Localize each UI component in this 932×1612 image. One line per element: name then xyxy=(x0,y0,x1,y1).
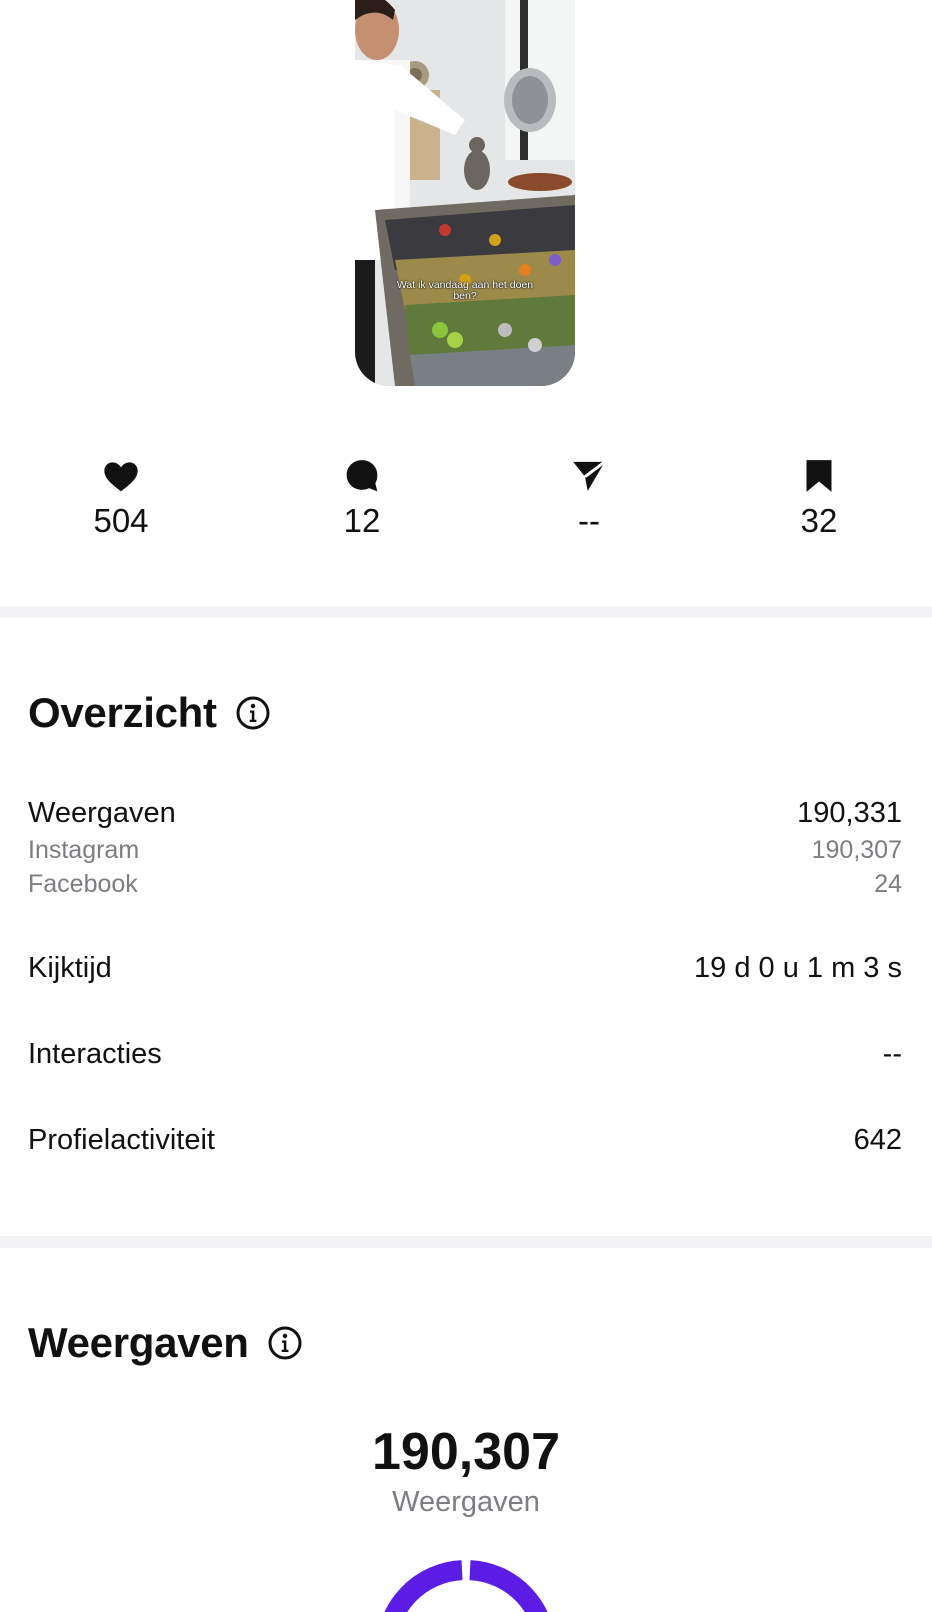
profile-activity-value: 642 xyxy=(853,1124,902,1156)
views-section-title: Weergaven xyxy=(28,1319,249,1366)
info-icon[interactable] xyxy=(267,1325,303,1361)
overview-section-header: Overzicht xyxy=(28,688,271,738)
reel-caption: Wat ik vandaag aan het doen ben? xyxy=(396,279,534,302)
facebook-value: 24 xyxy=(874,870,902,898)
saves-count: 32 xyxy=(800,502,838,539)
comment-icon xyxy=(346,460,378,492)
comments-stat: 12 xyxy=(302,456,422,541)
shares-stat: -- xyxy=(529,456,649,541)
facebook-label: Facebook xyxy=(28,870,138,898)
instagram-views-row: Instagram 190,307 xyxy=(28,834,902,866)
comments-count: 12 xyxy=(343,502,381,539)
saves-stat: 32 xyxy=(759,456,879,541)
profile-activity-label: Profielactiviteit xyxy=(28,1124,215,1156)
views-section-header: Weergaven xyxy=(28,1318,303,1368)
views-total-label: Weergaven xyxy=(392,1486,540,1518)
donut-segment-left xyxy=(384,1560,463,1612)
likes-stat: 504 xyxy=(61,456,181,541)
watch-time-value: 19 d 0 u 1 m 3 s xyxy=(694,952,902,984)
interactions-row[interactable]: Interacties -- xyxy=(28,1036,902,1072)
shares-count: -- xyxy=(578,502,600,539)
views-total: 190,307 xyxy=(372,1423,560,1481)
views-row: Weergaven 190,331 xyxy=(28,795,902,831)
interactions-label: Interacties xyxy=(28,1038,162,1070)
reel-thumbnail-image xyxy=(355,0,575,386)
donut-segment-right xyxy=(469,1560,548,1612)
views-donut-chart xyxy=(384,1560,548,1612)
bookmark-icon xyxy=(806,460,832,492)
watch-time-row: Kijktijd 19 d 0 u 1 m 3 s xyxy=(28,950,902,986)
profile-activity-row[interactable]: Profielactiviteit 642 xyxy=(28,1122,902,1158)
likes-count: 504 xyxy=(93,502,149,539)
reel-thumbnail[interactable]: Wat ik vandaag aan het doen ben? xyxy=(355,0,575,386)
instagram-value: 190,307 xyxy=(811,836,902,864)
section-divider xyxy=(0,1236,932,1248)
info-icon[interactable] xyxy=(235,695,271,731)
facebook-views-row: Facebook 24 xyxy=(28,868,902,900)
watch-time-label: Kijktijd xyxy=(28,952,112,984)
heart-icon xyxy=(104,462,138,492)
interactions-value: -- xyxy=(882,1038,902,1070)
paper-plane-icon xyxy=(573,460,606,491)
instagram-label: Instagram xyxy=(28,836,140,864)
views-label: Weergaven xyxy=(28,797,176,829)
overview-title: Overzicht xyxy=(28,689,217,736)
views-value: 190,331 xyxy=(797,797,902,829)
section-divider xyxy=(0,606,932,618)
